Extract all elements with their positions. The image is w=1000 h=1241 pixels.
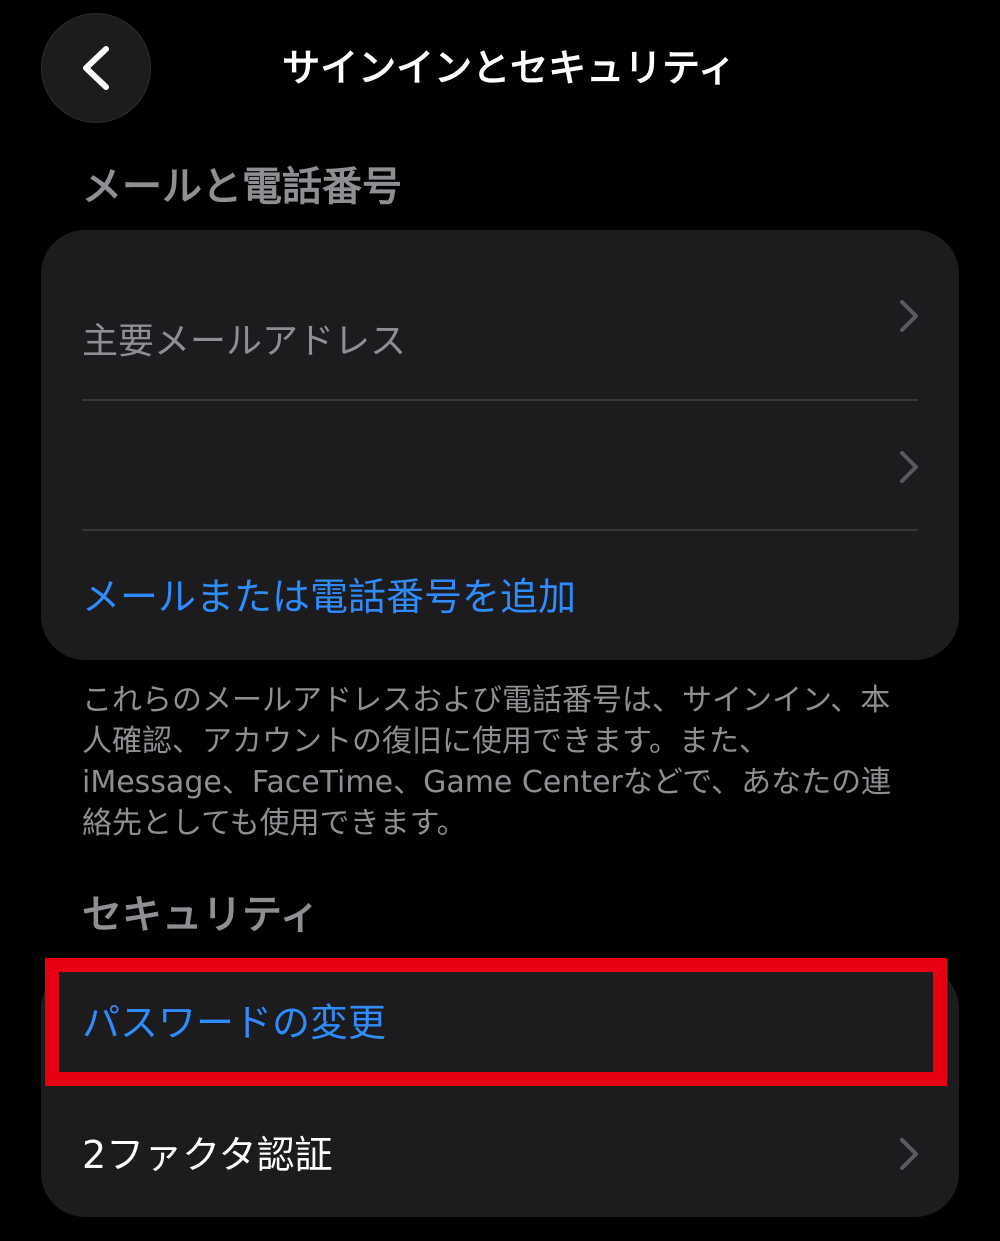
secondary-contact-row[interactable] — [41, 401, 959, 529]
chevron-right-icon — [900, 451, 918, 483]
chevron-right-icon — [900, 300, 918, 332]
change-password-button[interactable]: パスワードの変更 — [41, 965, 959, 1089]
primary-email-row[interactable]: 主要メールアドレス — [41, 230, 959, 400]
primary-email-label: 主要メールアドレス — [82, 321, 407, 362]
section-header-security: セキュリティ — [82, 892, 320, 938]
chevron-right-icon — [900, 1138, 918, 1170]
add-email-phone-label: メールまたは電話番号を追加 — [82, 575, 577, 619]
add-email-phone-button[interactable]: メールまたは電話番号を追加 — [41, 531, 959, 660]
email-phone-footer-note: これらのメールアドレスおよび電話番号は、サインイン、本人確認、アカウントの復旧に… — [82, 683, 892, 841]
section-header-email-phone: メールと電話番号 — [82, 164, 402, 210]
chevron-left-icon — [83, 46, 109, 90]
back-button[interactable] — [41, 13, 151, 123]
two-factor-row[interactable]: 2ファクタ認証 — [41, 1089, 959, 1217]
security-group: パスワードの変更 2ファクタ認証 — [41, 965, 959, 1217]
two-factor-label: 2ファクタ認証 — [82, 1133, 333, 1177]
page-title: サインインとセキュリティ — [282, 46, 736, 90]
email-phone-group: 主要メールアドレス メールまたは電話番号を追加 — [41, 230, 959, 660]
change-password-label: パスワードの変更 — [82, 1001, 387, 1045]
